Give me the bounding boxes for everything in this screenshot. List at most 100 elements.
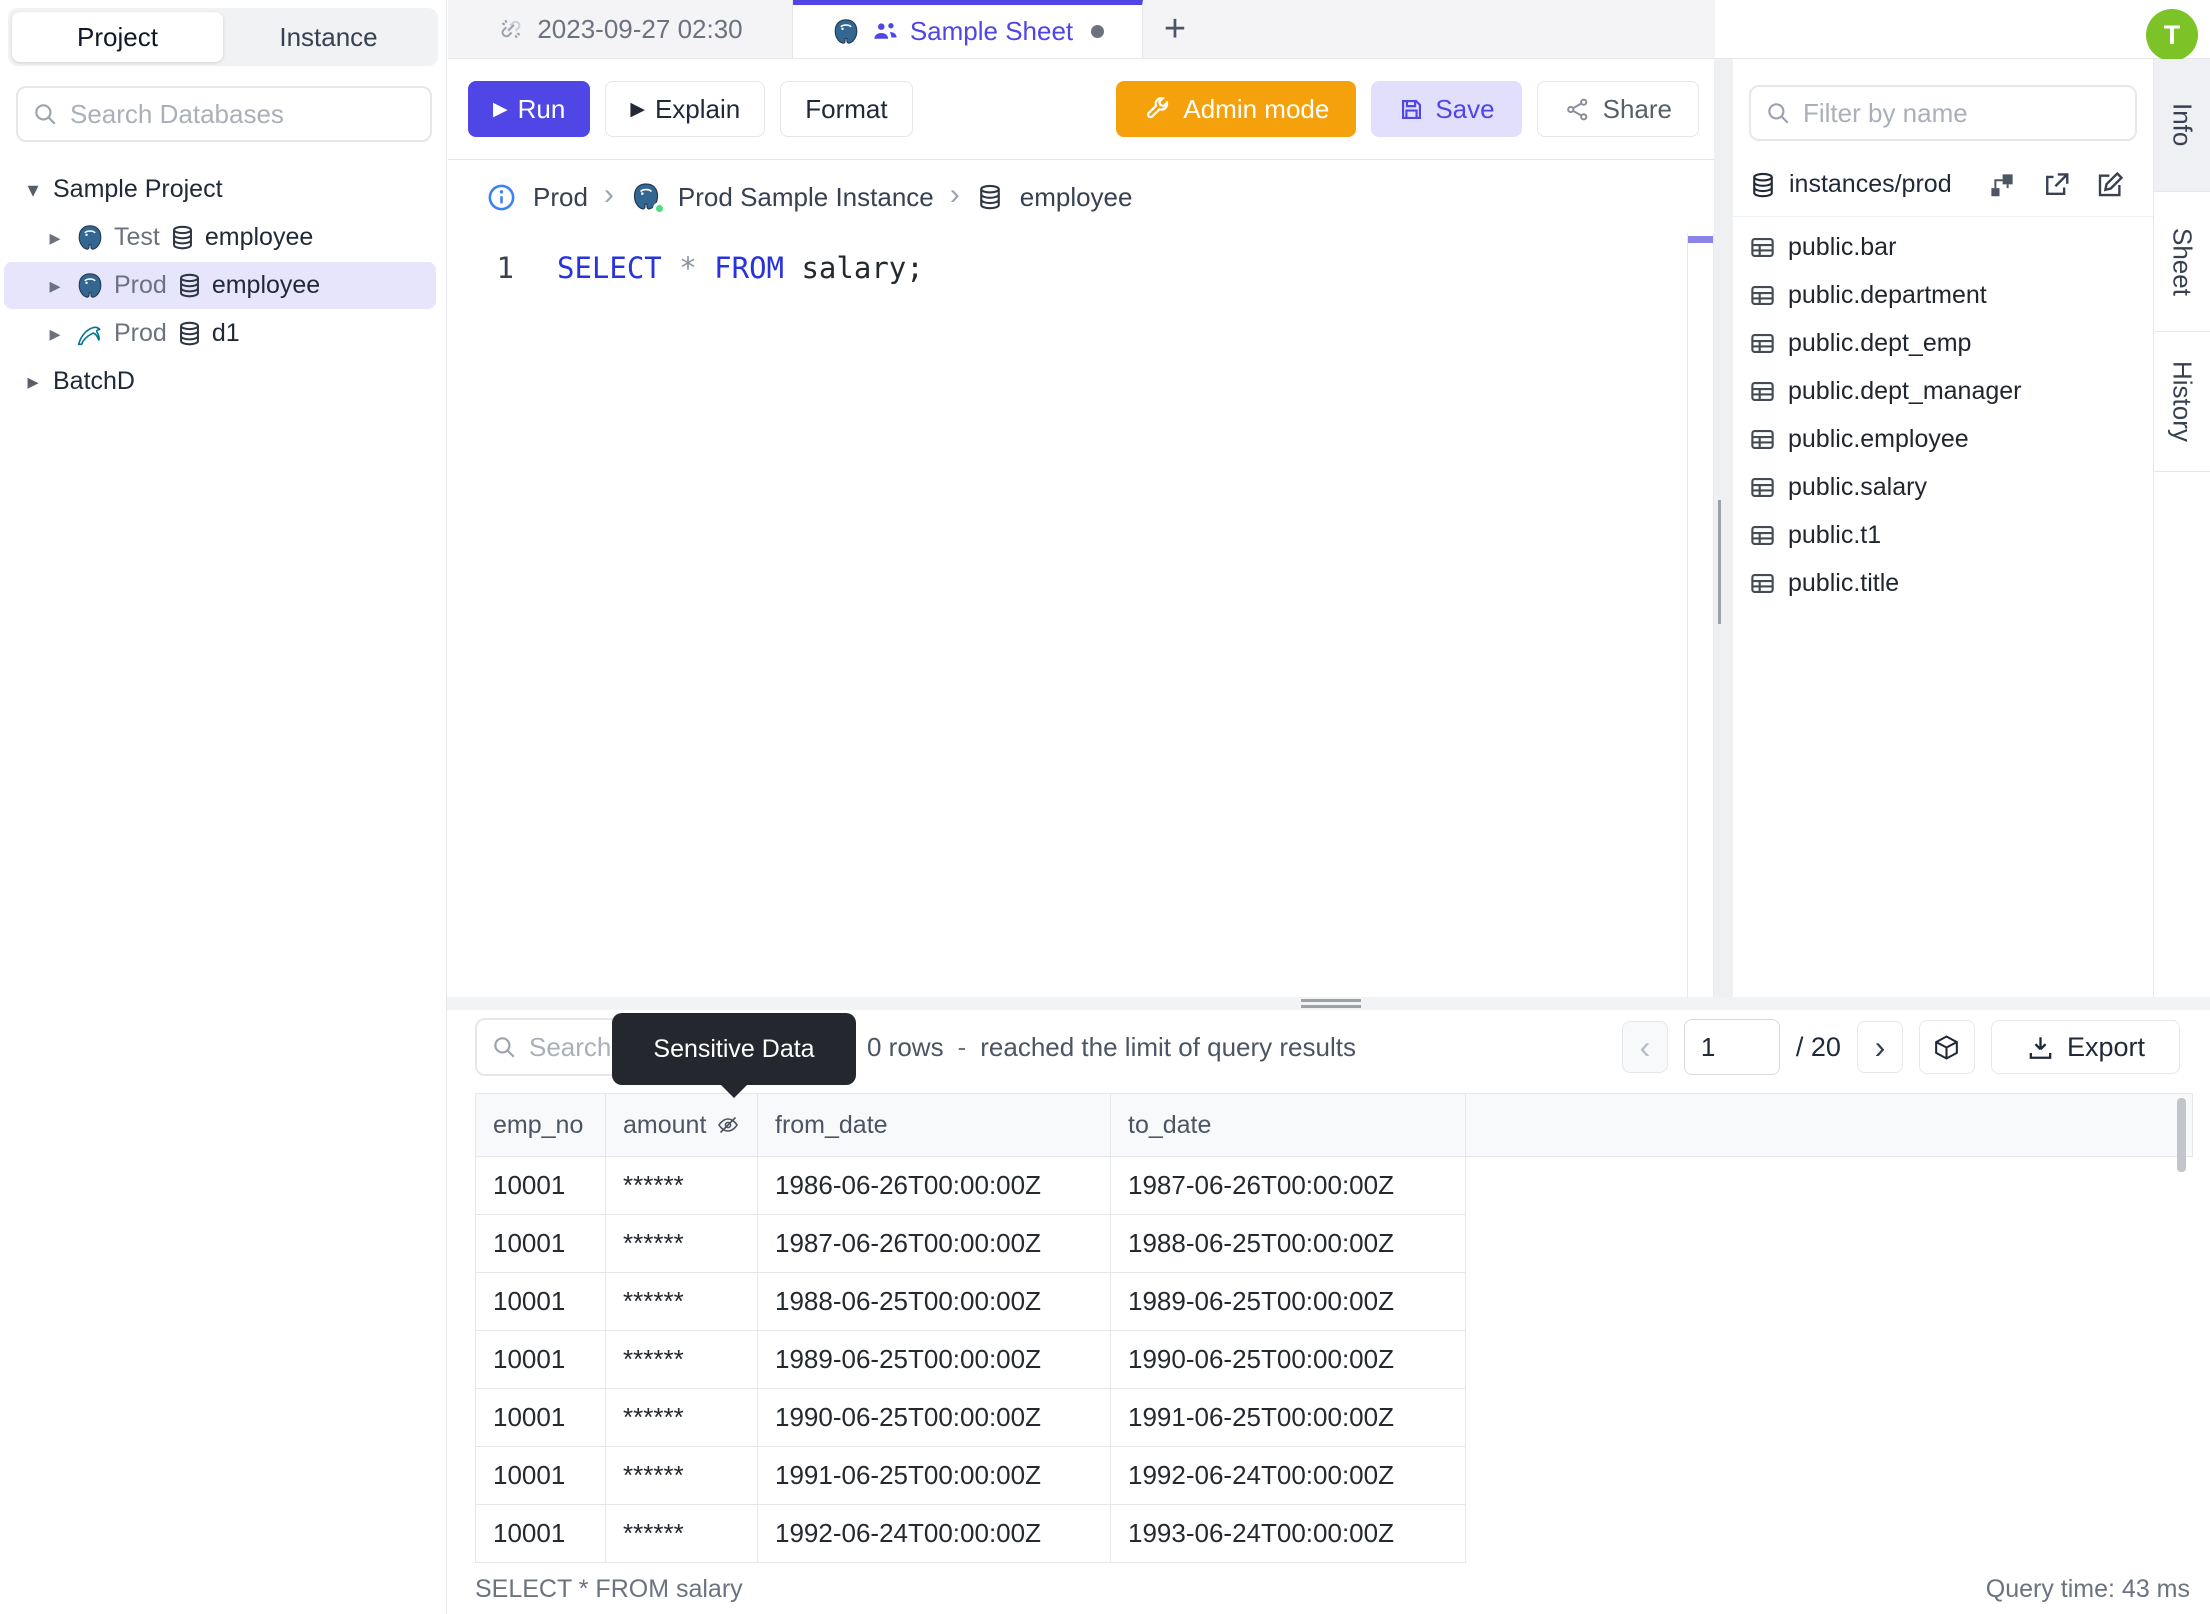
chevron-right-icon: › xyxy=(603,178,614,211)
new-tab-button[interactable]: + xyxy=(1143,0,1207,58)
sql-editor[interactable]: 1 SELECT * FROM salary; xyxy=(448,233,1687,997)
table-item[interactable]: public.bar xyxy=(1733,223,2153,271)
table-cell[interactable]: 10001 xyxy=(475,1215,606,1273)
tab-connection[interactable]: 2023-09-27 02:30 xyxy=(448,0,793,58)
table-cell[interactable]: 10001 xyxy=(475,1331,606,1389)
table-cell[interactable]: 1987-06-26T00:00:00Z xyxy=(1111,1157,1466,1215)
tree-item-test-employee[interactable]: ▸ Test employee xyxy=(4,214,436,261)
table-cell[interactable]: 1992-06-24T00:00:00Z xyxy=(758,1505,1111,1563)
explain-button[interactable]: ▶ Explain xyxy=(605,81,766,137)
caret-right-icon[interactable]: ▸ xyxy=(44,321,66,347)
column-header-amount[interactable]: amount xyxy=(606,1093,758,1157)
tab-sheet[interactable]: Sheet xyxy=(2154,192,2210,332)
table-cell-masked[interactable]: ****** xyxy=(606,1447,758,1505)
table-cell[interactable]: 10001 xyxy=(475,1157,606,1215)
database-search-box[interactable] xyxy=(16,86,432,142)
project-label: BatchD xyxy=(53,367,135,395)
column-header[interactable]: emp_no xyxy=(475,1093,606,1157)
table-cell[interactable]: 10001 xyxy=(475,1389,606,1447)
table-cell[interactable]: 10001 xyxy=(475,1505,606,1563)
results-resize-handle[interactable] xyxy=(1301,999,1361,1008)
tab-instance[interactable]: Instance xyxy=(223,12,434,62)
prev-page-button[interactable]: ‹ xyxy=(1621,1021,1668,1073)
share-button[interactable]: Share xyxy=(1536,81,1699,137)
table-cell[interactable]: 1990-06-25T00:00:00Z xyxy=(1111,1331,1466,1389)
table-cell-masked[interactable]: ****** xyxy=(606,1331,758,1389)
table-name: public.department xyxy=(1788,280,1987,309)
table-item[interactable]: public.dept_manager xyxy=(1733,367,2153,415)
tab-history[interactable]: History xyxy=(2154,332,2210,472)
table-name: public.salary xyxy=(1788,472,1927,501)
instance-path-row: instances/prod xyxy=(1733,153,2153,217)
table-item[interactable]: public.title xyxy=(1733,559,2153,607)
caret-right-icon[interactable]: ▸ xyxy=(22,369,44,395)
table-cell-masked[interactable]: ****** xyxy=(606,1389,758,1447)
format-button[interactable]: Format xyxy=(780,81,913,137)
edit-icon[interactable] xyxy=(2095,170,2125,200)
search-databases-input[interactable] xyxy=(68,97,416,131)
page-number-input[interactable] xyxy=(1683,1019,1780,1075)
tree-item-prod-d1[interactable]: ▸ Prod d1 xyxy=(4,310,436,357)
table-cell[interactable]: 1989-06-25T00:00:00Z xyxy=(1111,1273,1466,1331)
tab-sample-sheet[interactable]: Sample Sheet xyxy=(793,0,1143,58)
admin-mode-label: Admin mode xyxy=(1183,93,1330,124)
filter-box[interactable] xyxy=(1749,85,2137,141)
breadcrumb-environment[interactable]: Prod xyxy=(533,182,588,213)
table-cell[interactable]: 1988-06-25T00:00:00Z xyxy=(758,1273,1111,1331)
chevron-right-icon: › xyxy=(949,178,960,211)
caret-down-icon[interactable]: ▾ xyxy=(22,177,44,203)
table-cell-filler xyxy=(1466,1447,2193,1505)
table-cell-masked[interactable]: ****** xyxy=(606,1505,758,1563)
editor-overview-ruler[interactable] xyxy=(1687,233,1714,997)
sidebar-resize-handle[interactable] xyxy=(440,778,451,840)
save-button[interactable]: Save xyxy=(1371,81,1522,137)
schema-diagram-icon[interactable] xyxy=(1987,170,2017,200)
filter-by-name-input[interactable] xyxy=(1801,96,2121,130)
table-item[interactable]: public.department xyxy=(1733,271,2153,319)
tree-item-sample-project[interactable]: ▾ Sample Project xyxy=(4,166,436,213)
share-icon xyxy=(1564,96,1591,123)
tree-item-prod-employee[interactable]: ▸ Prod employee xyxy=(4,262,436,309)
table-cell[interactable]: 10001 xyxy=(475,1447,606,1505)
table-cell[interactable]: 1987-06-26T00:00:00Z xyxy=(758,1215,1111,1273)
results-panel-divider[interactable] xyxy=(447,997,2210,1010)
avatar[interactable]: T xyxy=(2146,9,2198,61)
table-cell-masked[interactable]: ****** xyxy=(606,1273,758,1331)
admin-mode-button[interactable]: Admin mode xyxy=(1116,81,1357,137)
table-cell-masked[interactable]: ****** xyxy=(606,1157,758,1215)
table-cell[interactable]: 1986-06-26T00:00:00Z xyxy=(758,1157,1111,1215)
right-panel-divider[interactable] xyxy=(1714,59,1733,997)
table-cell[interactable]: 1991-06-25T00:00:00Z xyxy=(758,1447,1111,1505)
table-cell[interactable]: 1988-06-25T00:00:00Z xyxy=(1111,1215,1466,1273)
table-cell[interactable]: 10001 xyxy=(475,1273,606,1331)
table-item[interactable]: public.salary xyxy=(1733,463,2153,511)
table-item[interactable]: public.dept_emp xyxy=(1733,319,2153,367)
caret-right-icon[interactable]: ▸ xyxy=(44,225,66,251)
caret-right-icon[interactable]: ▸ xyxy=(44,273,66,299)
table-cell[interactable]: 1990-06-25T00:00:00Z xyxy=(758,1389,1111,1447)
connection-breadcrumb: Prod › Prod Sample Instance › employee xyxy=(448,161,1715,233)
tree-item-batchd[interactable]: ▸ BatchD xyxy=(4,358,436,405)
right-panel-resize-handle[interactable] xyxy=(1718,500,1729,624)
breadcrumb-instance[interactable]: Prod Sample Instance xyxy=(678,182,934,213)
export-button[interactable]: Export xyxy=(1990,1020,2180,1074)
table-item[interactable]: public.t1 xyxy=(1733,511,2153,559)
info-icon[interactable] xyxy=(486,182,517,213)
breadcrumb-database[interactable]: employee xyxy=(1020,182,1133,213)
table-cell[interactable]: 1992-06-24T00:00:00Z xyxy=(1111,1447,1466,1505)
table-cell[interactable]: 1989-06-25T00:00:00Z xyxy=(758,1331,1111,1389)
tab-info[interactable]: Info xyxy=(2154,59,2210,192)
column-header[interactable]: from_date xyxy=(758,1093,1111,1157)
column-header[interactable]: to_date xyxy=(1111,1093,1466,1157)
next-page-button[interactable]: › xyxy=(1856,1021,1903,1073)
schema-cube-button[interactable] xyxy=(1918,1020,1975,1074)
table-item[interactable]: public.employee xyxy=(1733,415,2153,463)
run-button[interactable]: ▶ Run xyxy=(468,81,591,137)
external-link-icon[interactable] xyxy=(2041,170,2071,200)
table-cell[interactable]: 1993-06-24T00:00:00Z xyxy=(1111,1505,1466,1563)
tab-project[interactable]: Project xyxy=(12,12,223,62)
table-cell[interactable]: 1991-06-25T00:00:00Z xyxy=(1111,1389,1466,1447)
eye-off-icon[interactable] xyxy=(716,1113,740,1137)
results-scrollbar[interactable] xyxy=(2177,1098,2186,1172)
table-cell-masked[interactable]: ****** xyxy=(606,1215,758,1273)
